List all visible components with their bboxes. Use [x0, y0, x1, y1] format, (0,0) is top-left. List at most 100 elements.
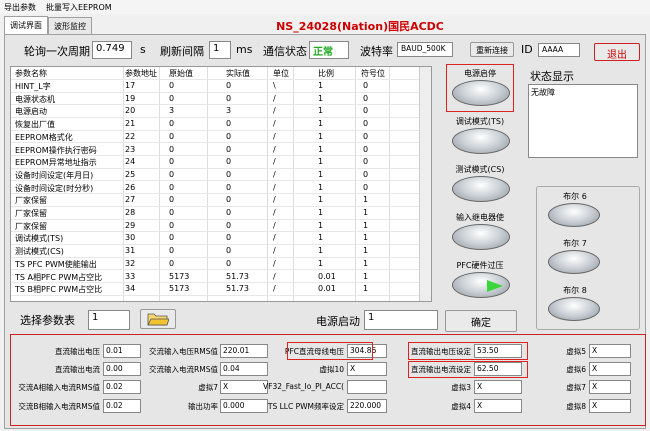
bool-8-toggle[interactable]: [548, 297, 600, 321]
table-row[interactable]: EEPROM格式化 22 0 0 / 1 0: [11, 132, 421, 144]
debug-mode-toggle[interactable]: [452, 128, 510, 154]
cell-unit: /: [273, 258, 276, 268]
measure-value[interactable]: X: [474, 399, 522, 413]
cell-unit: /: [273, 93, 276, 103]
bool-6-toggle[interactable]: [548, 203, 600, 227]
confirm-button[interactable]: 确定: [445, 310, 517, 332]
measure-label: 交流A相输入电流RMS值: [18, 383, 100, 392]
cell-actual: 0: [226, 157, 232, 167]
cell-address: 30: [125, 233, 136, 243]
table-row[interactable]: HINT_L字 17 0 0 \ 1 0: [11, 81, 421, 93]
select-table-input[interactable]: 1: [88, 310, 130, 330]
cell-ratio: 1: [318, 246, 324, 256]
power-toggle[interactable]: [452, 80, 510, 106]
cell-unit: \: [273, 81, 276, 90]
measure-value: 0.02: [103, 399, 141, 413]
cell-ratio: 1: [318, 169, 324, 179]
measure-label: 虚拟5: [566, 347, 586, 356]
table-row[interactable]: 电源状态机 19 0 0 / 1 0: [11, 94, 421, 106]
cell-ratio: 1: [318, 233, 324, 243]
measure-value: X: [220, 380, 268, 394]
cell-ratio: 1: [318, 144, 324, 154]
toggle-label-pfc-ovp: PFC硬件过压: [456, 261, 504, 270]
table-row[interactable]: TS B相PFC PWM占空比 34 5173 51.73 / 0.01 1: [11, 284, 421, 296]
measure-label: 虚拟4: [451, 402, 471, 411]
table-row[interactable]: EEPROM异常地址指示 24 0 0 / 1 0: [11, 157, 421, 169]
test-mode-toggle[interactable]: [452, 176, 510, 202]
cell-raw: 3: [169, 106, 175, 116]
cell-name: 调试模式(TS): [15, 234, 64, 244]
measure-value[interactable]: X: [589, 344, 631, 358]
exit-button[interactable]: 退出: [594, 43, 640, 61]
measure-value: 0.01: [103, 344, 141, 358]
reconnect-button[interactable]: 重新连接: [470, 42, 514, 57]
table-row[interactable]: 测试模式(CS) 31 0 0 / 1 1: [11, 246, 421, 258]
open-folder-button[interactable]: [140, 309, 176, 329]
baud-label: 波特率: [360, 45, 393, 58]
table-row[interactable]: TS A相PFC PWM占空比 33 5173 51.73 / 0.01 1: [11, 271, 421, 283]
cell-actual: 0: [226, 195, 232, 205]
input-relay-toggle[interactable]: [452, 224, 510, 250]
cell-address: 29: [125, 220, 136, 230]
menu-batch-write[interactable]: 批量写入EEPROM: [46, 2, 112, 13]
cell-actual: 0: [226, 169, 232, 179]
menu-export-params[interactable]: 导出参数: [4, 2, 36, 13]
measure-value[interactable]: X: [589, 380, 631, 394]
tab-debug[interactable]: 调试界面: [4, 16, 48, 34]
cell-sign: 0: [363, 144, 369, 154]
cell-raw: 0: [169, 246, 175, 256]
app-title: NS_24028(Nation)国民ACDC: [276, 20, 444, 33]
cell-actual: 51.73: [226, 284, 249, 294]
header-ratio: 比例: [318, 69, 334, 78]
cell-actual: 0: [226, 131, 232, 141]
table-row[interactable]: 恢复出厂值 21 0 0 / 1 0: [11, 119, 421, 131]
cell-name: HINT_L字: [15, 82, 51, 91]
id-label: ID: [521, 43, 533, 56]
measure-label: 交流输入电压RMS值: [149, 347, 218, 356]
cell-raw: 0: [169, 208, 175, 217]
cell-raw: 0: [169, 131, 175, 141]
cell-name: 电源启动: [15, 107, 47, 117]
refresh-input[interactable]: 1: [209, 41, 231, 59]
tab-waveform[interactable]: 波形监控: [48, 17, 92, 34]
table-row[interactable]: 设备时间设定(时分秒) 26 0 0 / 1 0: [11, 183, 421, 195]
cell-address: 28: [125, 208, 136, 217]
cell-ratio: 1: [318, 131, 324, 141]
baud-select[interactable]: BAUD_500K: [397, 42, 453, 57]
cell-raw: 5173: [169, 271, 190, 281]
measure-value[interactable]: X: [474, 380, 522, 394]
table-row[interactable]: TS PFC PWM使能输出 32 0 0 / 1 1: [11, 259, 421, 271]
pfc-ovp-toggle[interactable]: [452, 272, 510, 298]
measure-value[interactable]: X: [589, 362, 631, 376]
cell-actual: 0: [226, 233, 232, 243]
cell-unit: /: [273, 220, 276, 230]
table-row[interactable]: EEPROM操作执行密码 23 0 0 / 1 0: [11, 144, 421, 156]
cell-name: 厂家保留: [15, 196, 47, 206]
cell-unit: /: [273, 106, 276, 116]
status-display-box: 无故障: [528, 84, 638, 158]
cell-sign: 0: [363, 131, 369, 141]
refresh-unit: ms: [236, 43, 253, 56]
bool-7-toggle[interactable]: [548, 250, 600, 274]
table-row[interactable]: 厂家保留 27 0 0 / 1 1: [11, 195, 421, 207]
table-scrollbar[interactable]: [419, 67, 431, 301]
cell-actual: 0: [226, 144, 232, 154]
measure-value[interactable]: X: [589, 399, 631, 413]
voltage-setpoint-highlight: [408, 342, 528, 360]
power-start-input[interactable]: 1: [364, 310, 438, 330]
table-row[interactable]: 设备时间设定(年月日) 25 0 0 / 1 0: [11, 170, 421, 182]
cell-actual: 0: [226, 258, 232, 268]
header-address: 参数地址: [125, 69, 157, 78]
cell-ratio: 1: [318, 208, 324, 217]
table-row[interactable]: 厂家保留 28 0 0 / 1 1: [11, 208, 421, 220]
comm-status-label: 通信状态: [263, 45, 307, 58]
table-row[interactable]: 调试模式(TS) 30 0 0 / 1 1: [11, 233, 421, 245]
cell-ratio: 1: [318, 157, 324, 167]
id-input[interactable]: AAAA: [538, 43, 580, 57]
cell-sign: 0: [363, 81, 369, 90]
cell-sign: 0: [363, 106, 369, 116]
table-row[interactable]: 电源启动 20 3 3 / 1 0: [11, 106, 421, 118]
refresh-label: 刷新间隔: [160, 45, 204, 58]
table-row[interactable]: 厂家保留 29 0 0 / 1 1: [11, 221, 421, 233]
cell-address: 21: [125, 119, 136, 129]
